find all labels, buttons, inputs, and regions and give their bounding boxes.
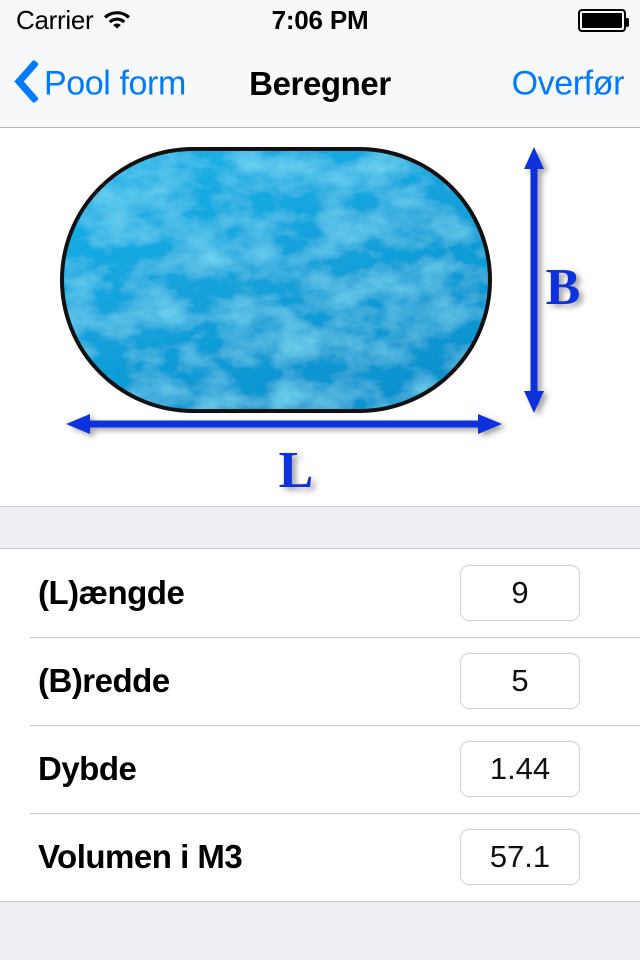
status-bar-right (578, 8, 629, 32)
status-bar-clock: 7:06 PM (271, 4, 369, 35)
battery-icon (578, 8, 629, 32)
row-label-depth: Dybde (38, 750, 137, 787)
table-section-footer-spacer (0, 901, 640, 960)
row-label-width: (B)redde (38, 662, 170, 699)
navigation-bar: Pool form Beregner Overfør (0, 40, 640, 128)
table-section-header-spacer (0, 506, 640, 549)
pool-water-body (60, 147, 492, 413)
calculator-form-table: (L)ængde 9 (B)redde 5 Dybde 1.44 Volumen… (0, 549, 640, 901)
pool-diagram-svg: B L (60, 147, 581, 499)
length-input[interactable]: 9 (460, 565, 580, 621)
length-label: L (279, 442, 314, 499)
battery-nub (626, 17, 629, 27)
length-dimension-arrow (66, 414, 502, 434)
width-dimension-arrow (524, 147, 544, 413)
table-row[interactable]: (B)redde 5 (0, 637, 640, 725)
transfer-button[interactable]: Overfør (512, 64, 625, 103)
row-label-volume: Volumen i M3 (38, 838, 243, 875)
width-input[interactable]: 5 (460, 653, 580, 709)
width-label: B (546, 259, 581, 316)
status-bar: Carrier 7:06 PM (0, 0, 640, 40)
table-row[interactable]: Volumen i M3 57.1 (0, 813, 640, 901)
depth-input[interactable]: 1.44 (460, 741, 580, 797)
pool-diagram: B L (0, 129, 640, 506)
battery-fill (582, 12, 622, 28)
table-row[interactable]: Dybde 1.44 (0, 725, 640, 813)
row-label-length: (L)ængde (38, 574, 185, 611)
volume-input[interactable]: 57.1 (460, 829, 580, 885)
table-row[interactable]: (L)ængde 9 (0, 549, 640, 637)
